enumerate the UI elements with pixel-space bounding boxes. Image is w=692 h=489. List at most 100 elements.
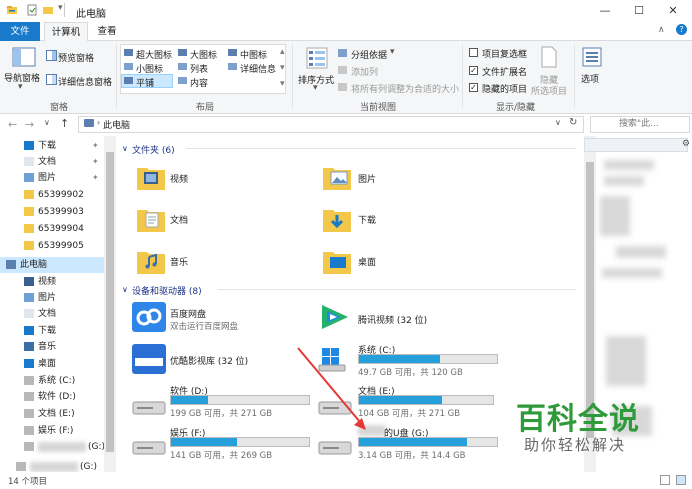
navigation-pane-icon[interactable] [12, 47, 36, 67]
nav-item[interactable]: 文档 [0, 306, 104, 322]
new-folder-icon[interactable] [42, 4, 54, 16]
preview-pane-button[interactable]: 预览窗格 [58, 51, 94, 64]
folder-label[interactable]: 桌面 [358, 255, 376, 268]
nav-item[interactable]: 桌面 [0, 356, 104, 372]
breadcrumb-chevron-icon[interactable]: › [97, 118, 100, 127]
details-pane-icon[interactable] [46, 74, 57, 85]
nav-item[interactable]: 图片 [0, 290, 104, 306]
layout-option[interactable]: 大图标 [190, 48, 217, 61]
chevron-down-icon[interactable]: ▾ [390, 47, 395, 57]
hidden-items-checkbox[interactable]: ✓ [469, 83, 478, 92]
layout-option[interactable]: 中图标 [240, 48, 267, 61]
collapse-group-icon[interactable]: ∨ [122, 144, 128, 153]
layout-option[interactable]: 详细信息 [240, 62, 276, 75]
app-name[interactable]: 百度网盘 [170, 307, 206, 320]
layout-option[interactable]: 列表 [190, 62, 208, 75]
group-by-icon [338, 49, 347, 57]
nav-item[interactable]: 65399904 [0, 221, 104, 237]
large-icons-view-icon[interactable] [676, 475, 686, 485]
item-checkboxes-checkbox[interactable] [469, 48, 478, 57]
nav-item[interactable]: (G:) [0, 439, 106, 455]
tab-view[interactable]: 查看 [92, 22, 122, 41]
nav-item[interactable]: 娱乐 (F:) [0, 423, 104, 439]
chevron-down-icon[interactable]: ▾ [18, 82, 23, 92]
add-column-button[interactable]: 添加列 [351, 65, 378, 78]
folder-label[interactable]: 图片 [358, 172, 376, 185]
nav-item[interactable]: 文档 (E:) [0, 406, 104, 422]
folder-label[interactable]: 视频 [170, 172, 188, 185]
address-field[interactable]: › 此电脑 ∨ ↻ [78, 116, 584, 133]
layout-option[interactable]: 超大图标 [136, 48, 172, 61]
nav-item-label: (G:) [88, 442, 106, 452]
drive-free-space: 199 GB 可用，共 271 GB [170, 409, 273, 419]
app-name[interactable]: 优酷影视库 (32 位) [170, 354, 248, 367]
nav-item-label: 65399903 [38, 207, 84, 217]
nav-item[interactable]: 视频 [0, 274, 104, 290]
close-button[interactable]: ✕ [656, 2, 690, 20]
collapse-group-icon[interactable]: ∨ [122, 285, 128, 294]
small-icons-icon [124, 63, 133, 70]
nav-item[interactable]: 下载 ✦ [0, 138, 104, 154]
nav-item[interactable]: 下载 [0, 323, 104, 339]
recent-locations-icon[interactable]: ∨ [44, 118, 50, 127]
breadcrumb[interactable]: 此电脑 [103, 118, 130, 131]
pin-icon: ✦ [92, 173, 99, 182]
nav-item[interactable]: 图片 ✦ [0, 170, 104, 186]
tab-file[interactable]: 文件 [0, 22, 40, 41]
nav-item[interactable]: 65399902 [0, 187, 104, 203]
folders-group-header[interactable]: 文件夹 (6) [132, 143, 175, 156]
folder-label[interactable]: 文档 [170, 213, 188, 226]
gallery-scroll-up-icon[interactable]: ▴ [280, 47, 285, 57]
fit-columns-button[interactable]: 将所有列调整为合适的大小 [351, 82, 459, 95]
preview-toolbar [584, 138, 688, 152]
up-arrow-icon[interactable]: ↑ [60, 117, 69, 130]
details-view-icon[interactable] [660, 475, 670, 485]
folder-label[interactable]: 音乐 [170, 255, 188, 268]
nav-item[interactable]: 65399905 [0, 238, 104, 254]
gallery-expand-icon[interactable]: ▾ [280, 79, 285, 89]
layout-option-tiles[interactable]: 平铺 [136, 76, 154, 89]
video-folder-icon [137, 168, 165, 190]
collapse-ribbon-icon[interactable]: ∧ [658, 25, 665, 35]
sort-by-icon[interactable] [306, 47, 328, 69]
search-input[interactable]: 搜索"此... [590, 116, 690, 133]
folder-label[interactable]: 下载 [358, 213, 376, 226]
desktop-icon [24, 359, 34, 368]
options-icon[interactable] [582, 47, 602, 67]
group-by-button[interactable]: 分组依据 [351, 48, 387, 61]
nav-item[interactable]: 文档 ✦ [0, 154, 104, 170]
nav-item[interactable]: 音乐 [0, 339, 104, 355]
file-extensions-checkbox[interactable]: ✓ [469, 66, 478, 75]
large-icons-icon [178, 49, 187, 56]
address-bar: ← → ∨ ↑ › 此电脑 ∨ ↻ 搜索"此... [0, 114, 692, 136]
hide-selected-icon[interactable] [540, 46, 558, 68]
properties-icon[interactable] [26, 4, 38, 16]
minimize-button[interactable]: — [588, 2, 622, 20]
app-name[interactable]: 腾讯视频 (32 位) [358, 313, 427, 326]
nav-item-label: 视频 [38, 277, 57, 287]
nav-item[interactable]: 系统 (C:) [0, 373, 104, 389]
devices-group-header[interactable]: 设备和驱动器 (8) [132, 284, 202, 297]
gear-icon[interactable]: ⚙ [682, 139, 690, 149]
tab-computer[interactable]: 计算机 [44, 22, 88, 41]
gallery-scroll-down-icon[interactable]: ▾ [280, 63, 285, 73]
nav-item-label: 下载 [38, 141, 57, 151]
details-pane-button[interactable]: 详细信息窗格 [58, 75, 112, 88]
hide-selected-label-2[interactable]: 所选项目 [531, 84, 567, 97]
nav-item[interactable]: 65399903 [0, 204, 104, 220]
nav-item-label: 65399904 [38, 224, 84, 234]
back-arrow-icon[interactable]: ← [8, 118, 17, 131]
nav-item[interactable]: 此电脑 [0, 257, 104, 273]
address-dropdown-icon[interactable]: ∨ [555, 118, 561, 127]
maximize-button[interactable]: ☐ [622, 2, 656, 20]
forward-arrow-icon[interactable]: → [25, 118, 34, 131]
nav-item[interactable]: 软件 (D:) [0, 389, 104, 405]
hard-drive-icon [132, 441, 166, 455]
nav-scrollbar-thumb[interactable] [106, 152, 114, 452]
preview-pane-icon[interactable] [46, 50, 57, 61]
layout-option[interactable]: 内容 [190, 76, 208, 89]
refresh-icon[interactable]: ↻ [569, 117, 577, 128]
help-icon[interactable]: ? [676, 24, 687, 35]
options-button[interactable]: 选项 [581, 72, 599, 85]
chevron-down-icon[interactable]: ▾ [313, 83, 318, 93]
